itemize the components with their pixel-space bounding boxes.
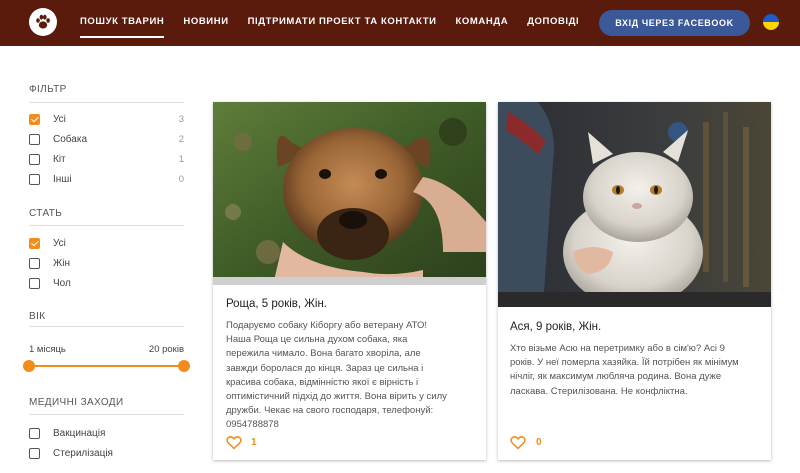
nav-team[interactable]: КОМАНДА [456,0,509,46]
animal-card[interactable]: Роща, 5 років, Жін. Подаруємо собаку Кіб… [213,102,486,460]
divider [29,225,184,226]
age-slider-track[interactable] [29,365,184,367]
cat-photo[interactable] [498,102,771,307]
age-slider-max-handle[interactable] [178,360,190,372]
checkbox[interactable] [29,134,40,145]
filter-option-dog[interactable]: Собака 2 [29,134,184,148]
heart-icon[interactable] [226,435,242,450]
animal-description: Хто візьме Асю на перетримку або в сім'ю… [510,343,739,397]
option-count: 0 [178,174,184,185]
option-label: Кіт [53,154,66,165]
nav-news[interactable]: НОВИНИ [183,0,228,46]
divider [29,414,184,415]
checkbox[interactable] [29,174,40,185]
divider [29,326,184,327]
filter-option-other[interactable]: Інші 0 [29,174,184,188]
facebook-login-button[interactable]: ВХІД ЧЕРЕЗ FACEBOOK [599,10,750,36]
dog-photo[interactable] [213,102,486,285]
like-count: 1 [251,437,257,448]
nav-animal-search[interactable]: ПОШУК ТВАРИН [80,0,165,46]
option-label: Жін [53,258,70,269]
animal-card[interactable]: Ася, 9 років, Жін. Хто візьме Асю на пер… [498,102,771,460]
ukraine-flag-icon[interactable] [763,14,779,30]
divider [29,102,184,103]
sex-section-title: СТАТЬ [29,208,63,219]
age-slider-min-handle[interactable] [23,360,35,372]
option-label: Вакцинація [53,428,106,439]
filter-option-cat[interactable]: Кіт 1 [29,154,184,168]
main-nav: ПОШУК ТВАРИН НОВИНИ ПІДТРИМАТИ ПРОЕКТ ТА… [80,0,598,46]
paw-logo-icon[interactable] [29,8,57,36]
filter-section-title: ФІЛЬТР [29,84,67,95]
like-count: 0 [536,437,542,448]
sex-option-female[interactable]: Жін [29,258,184,272]
sex-option-male[interactable]: Чол [29,278,184,292]
animal-description: Подаруємо собаку Кіборгу або ветерану АТ… [226,320,447,431]
checkbox-checked[interactable] [29,114,40,125]
top-bar: ПОШУК ТВАРИН НОВИНИ ПІДТРИМАТИ ПРОЕКТ ТА… [0,0,800,46]
nav-reports[interactable]: ДОПОВІДІ [527,0,579,46]
checkbox[interactable] [29,428,40,439]
checkbox[interactable] [29,278,40,289]
medical-option-sterilization[interactable]: Стерилізація [29,448,184,462]
option-label: Стерилізація [53,448,113,459]
option-count: 3 [178,114,184,125]
option-label: Чол [53,278,71,289]
nav-support-contacts[interactable]: ПІДТРИМАТИ ПРОЕКТ ТА КОНТАКТИ [248,0,437,46]
option-label: Інші [53,174,72,185]
age-max-label: 20 років [148,344,184,355]
medical-section-title: МЕДИЧНІ ЗАХОДИ [29,397,124,408]
checkbox[interactable] [29,154,40,165]
option-label: Усі [53,238,66,249]
checkbox[interactable] [29,448,40,459]
checkbox-checked[interactable] [29,238,40,249]
checkbox[interactable] [29,258,40,269]
option-count: 1 [178,154,184,165]
sex-option-all[interactable]: Усі [29,238,184,252]
option-label: Усі [53,114,66,125]
animal-name-title[interactable]: Роща, 5 років, Жін. [226,298,327,310]
heart-icon[interactable] [510,435,526,450]
medical-option-vaccination[interactable]: Вакцинація [29,428,184,442]
age-min-label: 1 місяць [29,344,66,355]
age-section-title: ВІК [29,311,46,322]
option-count: 2 [178,134,184,145]
option-label: Собака [53,134,87,145]
animal-name-title[interactable]: Ася, 9 років, Жін. [510,321,601,333]
filter-option-all[interactable]: Усі 3 [29,114,184,128]
